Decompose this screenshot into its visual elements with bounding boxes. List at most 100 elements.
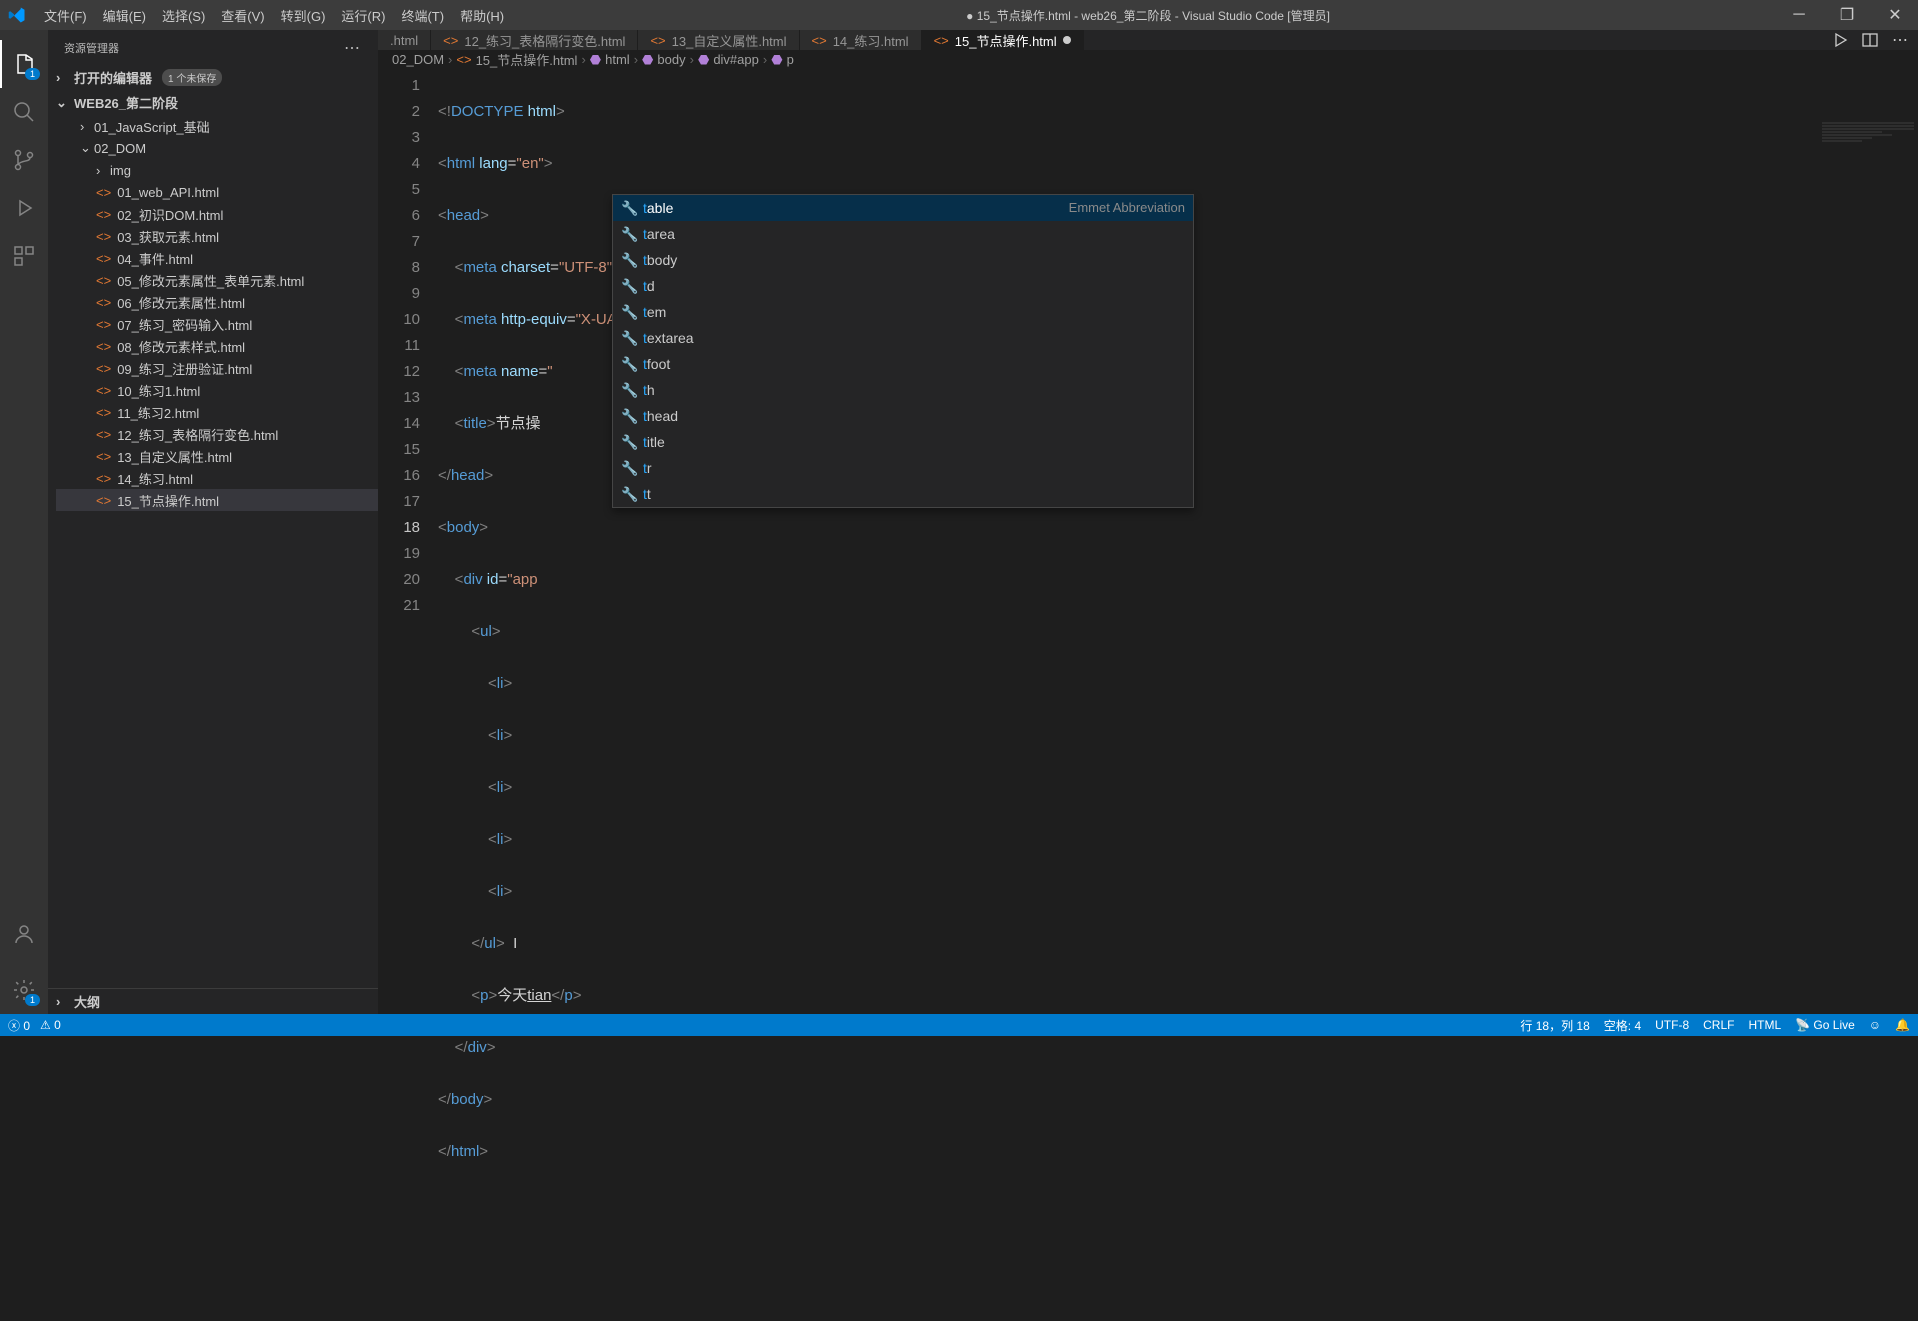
file-item[interactable]: <>11_练习2.html xyxy=(56,401,378,423)
menu-bar: 文件(F) 编辑(E) 选择(S) 查看(V) 转到(G) 运行(R) 终端(T… xyxy=(36,2,512,29)
menu-view[interactable]: 查看(V) xyxy=(213,2,272,29)
folder-item[interactable]: ›01_JavaScript_基础 xyxy=(56,115,378,137)
code-content[interactable]: <!DOCTYPE html> <html lang="en"> <head> … xyxy=(438,69,1918,1321)
suggest-widget[interactable]: 🔧tableEmmet Abbreviation🔧tarea🔧tbody🔧td🔧… xyxy=(612,194,1194,508)
file-item[interactable]: <>03_获取元素.html xyxy=(56,225,378,247)
file-item[interactable]: <>08_修改元素样式.html xyxy=(56,335,378,357)
file-label: 13_自定义属性.html xyxy=(117,447,232,466)
file-label: 03_获取元素.html xyxy=(117,227,219,246)
line-number: 1 xyxy=(378,73,420,99)
activity-debug[interactable] xyxy=(0,184,48,232)
symbol-icon: ⬣ xyxy=(698,52,709,68)
window-title: ● 15_节点操作.html - web26_第二阶段 - Visual Stu… xyxy=(512,7,1784,24)
outline-section[interactable]: › 大纲 xyxy=(48,988,378,1014)
file-item[interactable]: <>15_节点操作.html xyxy=(56,489,378,511)
code-editor[interactable]: 123456789101112131415161718192021 <!DOCT… xyxy=(378,69,1918,1321)
editor-tab[interactable]: .html xyxy=(378,30,431,50)
minimap[interactable] xyxy=(1818,69,1918,269)
file-item[interactable]: <>05_修改元素属性_表单元素.html xyxy=(56,269,378,291)
activity-settings[interactable]: 1 xyxy=(0,966,48,1014)
file-item[interactable]: <>09_练习_注册验证.html xyxy=(56,357,378,379)
line-number: 12 xyxy=(378,359,420,385)
breadcrumb[interactable]: 02_DOM› <>15_节点操作.html› ⬣html› ⬣body› ⬣d… xyxy=(378,50,1918,69)
open-editors-label: 打开的编辑器 xyxy=(74,68,152,87)
suggest-item[interactable]: 🔧textarea xyxy=(613,325,1193,351)
line-number: 7 xyxy=(378,229,420,255)
workspace-name: WEB26_第二阶段 xyxy=(74,93,178,112)
more-icon[interactable]: ⋯ xyxy=(344,38,362,58)
suggest-label: thead xyxy=(643,403,1185,429)
editor-tab[interactable]: <>14_练习.html xyxy=(800,30,922,50)
editor-tab[interactable]: <>13_自定义属性.html xyxy=(638,30,799,50)
wrench-icon: 🔧 xyxy=(621,481,635,507)
suggest-item[interactable]: 🔧tarea xyxy=(613,221,1193,247)
line-number: 3 xyxy=(378,125,420,151)
split-icon[interactable] xyxy=(1862,32,1878,48)
suggest-item[interactable]: 🔧tem xyxy=(613,299,1193,325)
menu-edit[interactable]: 编辑(E) xyxy=(95,2,154,29)
breadcrumb-item[interactable]: 15_节点操作.html xyxy=(476,50,578,69)
workspace-section[interactable]: ⌄ WEB26_第二阶段 xyxy=(48,90,378,115)
file-item[interactable]: <>02_初识DOM.html xyxy=(56,203,378,225)
line-number: 16 xyxy=(378,463,420,489)
file-item[interactable]: <>06_修改元素属性.html xyxy=(56,291,378,313)
breadcrumb-item[interactable]: p xyxy=(787,52,794,67)
run-icon[interactable] xyxy=(1832,32,1848,48)
status-errors[interactable]: ⓧ 0 xyxy=(8,1017,30,1034)
status-warnings[interactable]: ⚠ 0 xyxy=(40,1018,61,1032)
minimize-icon[interactable]: ─ xyxy=(1784,6,1814,24)
editor-tab[interactable]: <>12_练习_表格隔行变色.html xyxy=(431,30,638,50)
menu-run[interactable]: 运行(R) xyxy=(333,2,393,29)
suggest-item[interactable]: 🔧th xyxy=(613,377,1193,403)
file-item[interactable]: <>07_练习_密码输入.html xyxy=(56,313,378,335)
menu-terminal[interactable]: 终端(T) xyxy=(393,2,452,29)
suggest-item[interactable]: 🔧tt xyxy=(613,481,1193,507)
folder-item[interactable]: ⌄02_DOM xyxy=(56,137,378,159)
file-label: 11_练习2.html xyxy=(117,403,199,422)
menu-help[interactable]: 帮助(H) xyxy=(452,2,512,29)
file-label: 09_练习_注册验证.html xyxy=(117,359,252,378)
more-icon[interactable]: ⋯ xyxy=(1892,30,1908,50)
suggest-item[interactable]: 🔧title xyxy=(613,429,1193,455)
folder-item[interactable]: ›img xyxy=(56,159,378,181)
activity-explorer[interactable]: 1 xyxy=(0,40,48,88)
line-number: 18 xyxy=(378,515,420,541)
wrench-icon: 🔧 xyxy=(621,351,635,377)
menu-file[interactable]: 文件(F) xyxy=(36,2,95,29)
suggest-item[interactable]: 🔧thead xyxy=(613,403,1193,429)
code-text: 节点操 xyxy=(496,415,541,432)
file-item[interactable]: <>14_练习.html xyxy=(56,467,378,489)
suggest-item[interactable]: 🔧 tfoot xyxy=(613,351,1193,377)
file-item[interactable]: <>01_web_API.html xyxy=(56,181,378,203)
editor-tab[interactable]: <>15_节点操作.html xyxy=(922,30,1084,50)
close-icon[interactable]: ✕ xyxy=(1880,5,1910,25)
activity-scm[interactable] xyxy=(0,136,48,184)
activity-account[interactable] xyxy=(0,910,48,958)
breadcrumb-item[interactable]: html xyxy=(605,52,630,67)
folder-label: img xyxy=(110,163,131,178)
breadcrumb-item[interactable]: 02_DOM xyxy=(392,52,444,67)
suggest-item[interactable]: 🔧tbody xyxy=(613,247,1193,273)
open-editors-section[interactable]: › 打开的编辑器 1 个未保存 xyxy=(48,65,378,90)
file-item[interactable]: <>10_练习1.html xyxy=(56,379,378,401)
suggest-label: tfoot xyxy=(643,351,1185,377)
suggest-item[interactable]: 🔧tableEmmet Abbreviation xyxy=(613,195,1193,221)
line-number: 5 xyxy=(378,177,420,203)
file-item[interactable]: <>04_事件.html xyxy=(56,247,378,269)
html-file-icon: <> xyxy=(812,33,827,48)
suggest-label: td xyxy=(643,273,1185,299)
menu-selection[interactable]: 选择(S) xyxy=(154,2,213,29)
activity-search[interactable] xyxy=(0,88,48,136)
file-item[interactable]: <>13_自定义属性.html xyxy=(56,445,378,467)
menu-go[interactable]: 转到(G) xyxy=(273,2,334,29)
chevron-right-icon: › xyxy=(96,163,110,178)
file-label: 06_修改元素属性.html xyxy=(117,293,245,312)
breadcrumb-item[interactable]: body xyxy=(657,52,685,67)
file-item[interactable]: <>12_练习_表格隔行变色.html xyxy=(56,423,378,445)
suggest-item[interactable]: 🔧tr xyxy=(613,455,1193,481)
breadcrumb-item[interactable]: div#app xyxy=(713,52,759,67)
maximize-icon[interactable]: ❐ xyxy=(1832,5,1862,25)
suggest-label: tem xyxy=(643,299,1185,325)
suggest-item[interactable]: 🔧td xyxy=(613,273,1193,299)
activity-extensions[interactable] xyxy=(0,232,48,280)
